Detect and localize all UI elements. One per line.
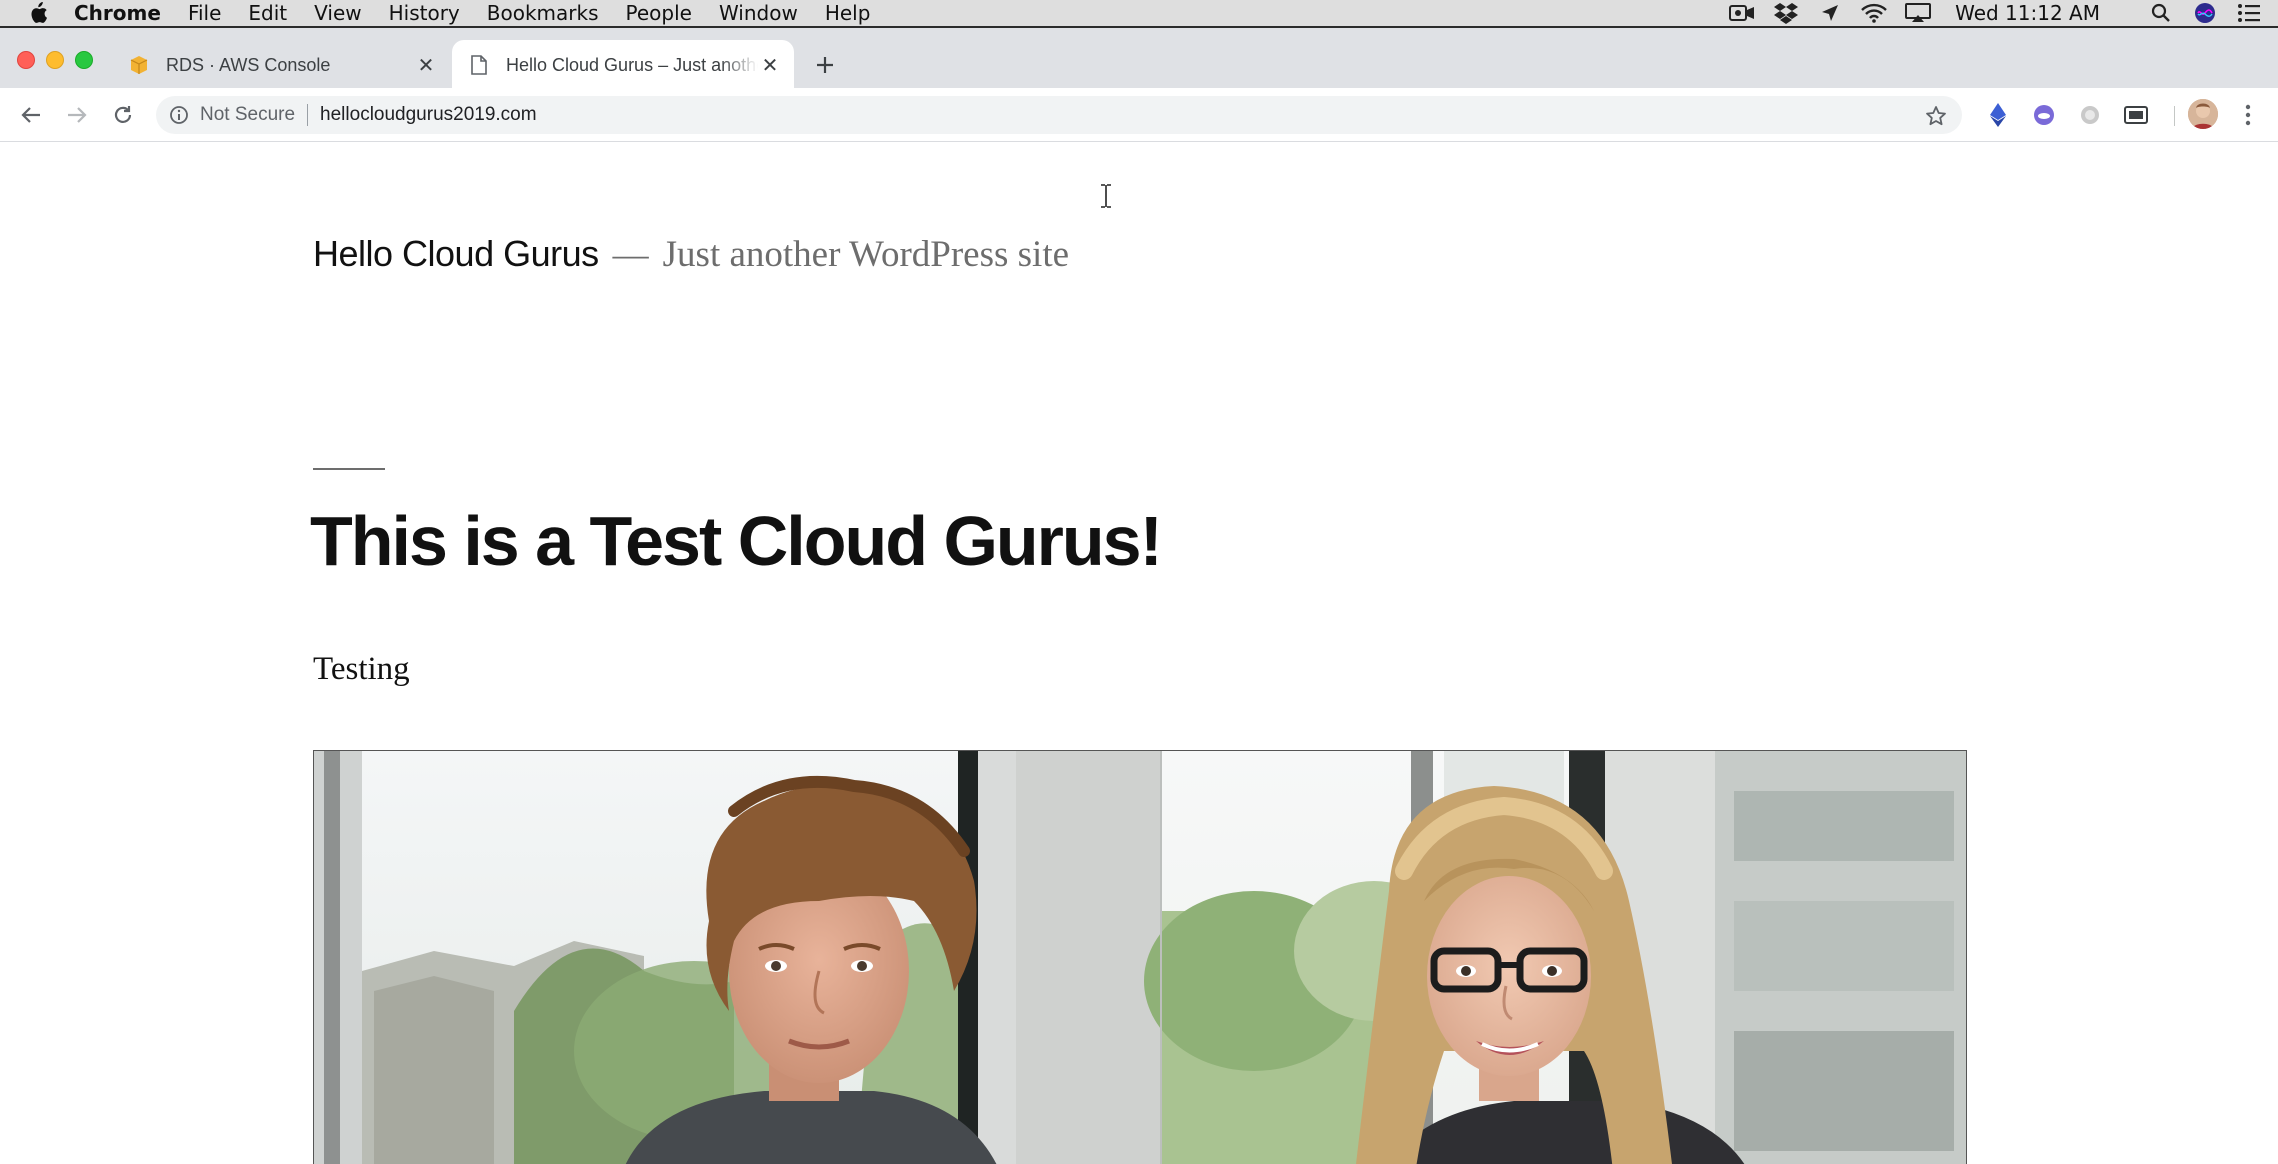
tab-title: Hello Cloud Gurus – Just another WordPre… (506, 54, 758, 75)
menu-people[interactable]: People (626, 1, 692, 25)
back-arrow-icon[interactable] (16, 100, 46, 130)
menu-edit[interactable]: Edit (248, 1, 287, 25)
spotlight-search-icon[interactable] (2148, 2, 2174, 24)
address-bar-divider (307, 104, 309, 126)
menu-window[interactable]: Window (719, 1, 798, 25)
post-title-divider (313, 468, 385, 470)
dropbox-icon[interactable] (1773, 2, 1799, 24)
menu-file[interactable]: File (188, 1, 221, 25)
purple-extension-icon[interactable] (2030, 101, 2058, 129)
toolbar-divider (2174, 106, 2175, 126)
menu-view[interactable]: View (314, 1, 361, 25)
site-header: Hello Cloud Gurus — Just another WordPre… (313, 233, 1069, 276)
site-title-link[interactable]: Hello Cloud Gurus (313, 233, 599, 275)
reload-icon[interactable] (108, 100, 138, 130)
address-bar[interactable]: Not Secure hellocloudgurus2019.com (156, 96, 1962, 134)
tab-close-button[interactable]: ✕ (414, 53, 438, 77)
ethereum-extension-icon[interactable] (1984, 101, 2012, 129)
window-zoom-button[interactable] (75, 51, 93, 69)
siri-icon[interactable] (2192, 2, 2218, 24)
security-status-label[interactable]: Not Secure (200, 104, 295, 126)
notification-center-icon[interactable] (2236, 2, 2262, 24)
browser-tab-strip: RDS · AWS Console ✕ Hello Cloud Gurus – … (0, 26, 2278, 90)
info-circle-icon[interactable] (168, 104, 190, 126)
text-cursor-icon (1101, 184, 1111, 208)
macos-menu-bar: Chrome File Edit View History Bookmarks … (0, 0, 2278, 26)
menu-bar-status-area: Wed 11:12 AM (1711, 0, 2278, 26)
screen-capture-extension-icon[interactable] (2122, 101, 2150, 129)
apple-logo-icon[interactable] (28, 2, 50, 24)
web-page-viewport: Hello Cloud Gurus — Just another WordPre… (0, 143, 2278, 1164)
tab-close-button[interactable]: ✕ (758, 53, 782, 77)
menu-app-chrome[interactable]: Chrome (74, 1, 161, 25)
menu-help[interactable]: Help (825, 1, 871, 25)
chrome-menu-icon[interactable] (2238, 101, 2258, 129)
new-tab-button[interactable] (812, 52, 838, 78)
menu-history[interactable]: History (389, 1, 460, 25)
tab-hello-cloud-gurus[interactable]: Hello Cloud Gurus – Just another WordPre… (452, 40, 794, 90)
gray-circle-extension-icon[interactable] (2076, 101, 2104, 129)
location-services-icon[interactable] (1817, 2, 1843, 24)
bookmark-star-icon[interactable] (1924, 104, 1948, 128)
url-text[interactable]: hellocloudgurus2019.com (320, 104, 537, 126)
browser-toolbar: Not Secure hellocloudgurus2019.com (0, 88, 2278, 142)
airplay-icon[interactable] (1905, 2, 1932, 24)
menu-bookmarks[interactable]: Bookmarks (487, 1, 599, 25)
tab-title: RDS · AWS Console (166, 54, 331, 75)
site-description: Just another WordPress site (662, 234, 1070, 275)
profile-avatar[interactable] (2188, 99, 2218, 129)
window-minimize-button[interactable] (46, 51, 64, 69)
menu-bar-clock[interactable]: Wed 11:12 AM (1955, 1, 2100, 25)
post-title[interactable]: This is a Test Cloud Gurus! (310, 501, 1163, 581)
aws-box-icon (128, 54, 150, 76)
post-featured-image (313, 750, 1967, 1164)
site-title-separator: — (612, 234, 649, 274)
screen-recording-icon[interactable] (1729, 2, 1755, 24)
tab-rds-aws-console[interactable]: RDS · AWS Console ✕ (112, 40, 450, 90)
window-close-button[interactable] (17, 51, 35, 69)
post-body-text: Testing (313, 651, 410, 687)
forward-arrow-icon[interactable] (62, 100, 92, 130)
wifi-icon[interactable] (1861, 2, 1887, 24)
page-icon (468, 54, 490, 76)
